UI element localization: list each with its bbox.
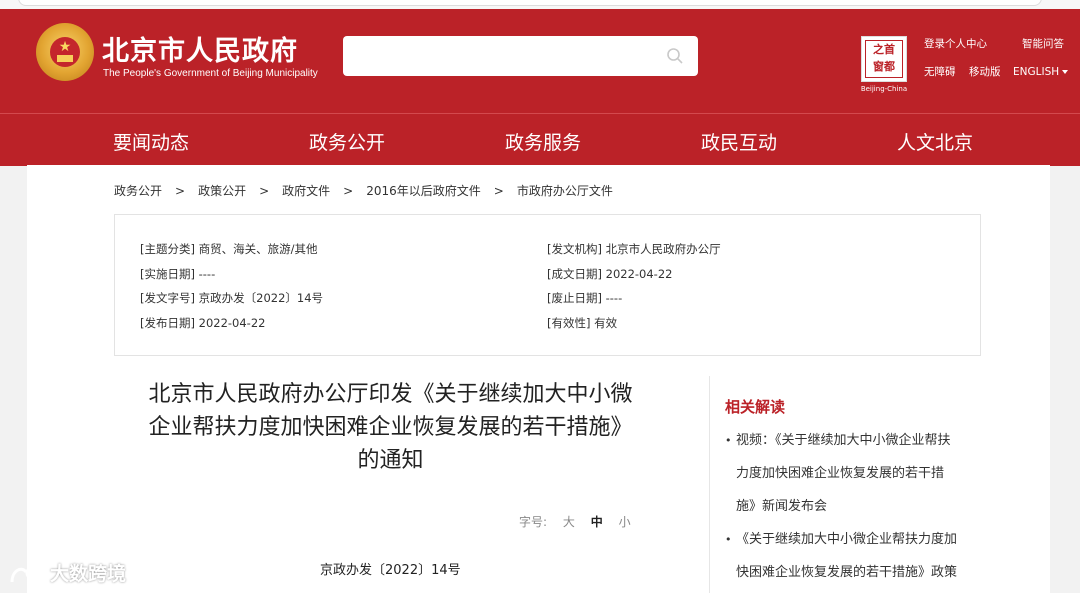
breadcrumb-item[interactable]: 政府文件 (282, 184, 330, 198)
breadcrumb-item[interactable]: 2016年以后政府文件 (366, 184, 481, 198)
meta-publish-date: [发布日期] 2022-04-22 (140, 316, 266, 330)
browser-top-strip (0, 0, 1080, 9)
seal-char: 首 (884, 43, 895, 56)
watermark: 大数跨境 (8, 559, 126, 588)
seal-char: 都 (884, 60, 895, 73)
document-title-line: 企业帮扶力度加快困难企业恢复发展的若干措施》 (148, 415, 633, 440)
breadcrumb: 政务公开 > 政策公开 > 政府文件 >2016年以后政府文件 > 市政府办公厅文件 (114, 182, 613, 199)
related-readings-list: 视频：《关于继续加大中小微企业帮扶 力度加快困难企业恢复发展的若干措 施》新闻发… (725, 424, 985, 589)
meta-issuer: [发文机构] 北京市人民政府办公厅 (547, 242, 721, 256)
breadcrumb-sep: > (259, 184, 270, 198)
mobile-link[interactable]: 移动版 (969, 64, 1001, 79)
seal-char: 窗 (873, 60, 884, 73)
national-emblem-icon: ★ (36, 23, 94, 81)
accessibility-link[interactable]: 无障碍 (924, 64, 956, 79)
seal-caption: Beijing-China (860, 85, 908, 93)
related-reading-line: 力度加快困难企业恢复发展的若干措 (736, 466, 945, 481)
breadcrumb-item[interactable]: 政策公开 (198, 184, 246, 198)
related-reading-link[interactable]: 视频：《关于继续加大中小微企业帮扶 力度加快困难企业恢复发展的若干措 施》新闻发… (725, 424, 985, 523)
nav-item-services[interactable]: 政务服务 (505, 128, 581, 155)
meta-validity: [有效性] 有效 (547, 316, 618, 330)
document-title: 北京市人民政府办公厅印发《关于继续加大中小微 企业帮扶力度加快困难企业恢复发展的… (118, 378, 663, 477)
meta-repeal-date: [废止日期] ---- (547, 291, 623, 305)
capital-window-logo[interactable]: 之首 窗都 (861, 36, 907, 82)
font-size-medium[interactable]: 中 (591, 513, 603, 530)
main-nav: 要闻动态 政务公开 政务服务 政民互动 人文北京 (0, 113, 1080, 166)
related-reading-line: 施》新闻发布会 (736, 499, 828, 514)
breadcrumb-sep: > (493, 184, 504, 198)
nav-item-news[interactable]: 要闻动态 (113, 128, 189, 155)
watermark-text: 大数跨境 (50, 563, 127, 585)
site-header: ★ 北京市人民政府 The People's Government of Bei… (0, 9, 1080, 113)
meta-effective-date: [实施日期] ---- (140, 267, 216, 281)
breadcrumb-sep: > (343, 184, 354, 198)
site-title[interactable]: 北京市人民政府 (102, 29, 298, 68)
smart-qa-link[interactable]: 智能问答 (1022, 36, 1064, 51)
column-divider (709, 376, 710, 593)
breadcrumb-item[interactable]: 市政府办公厅文件 (517, 184, 613, 198)
site-subtitle: The People's Government of Beijing Munic… (103, 68, 318, 79)
font-size-label: 字号: (519, 515, 548, 529)
related-reading-line: 快困难企业恢复发展的若干措施》政策 (736, 565, 958, 580)
document-meta-box: [主题分类] 商贸、海关、旅游/其他 [实施日期] ---- [发文字号] 京政… (114, 214, 981, 356)
login-link[interactable]: 登录个人中心 (924, 36, 987, 51)
meta-doc-number: [发文字号] 京政办发〔2022〕14号 (140, 291, 324, 305)
font-size-small[interactable]: 小 (619, 513, 631, 530)
search-icon[interactable] (666, 47, 684, 65)
nav-item-interaction[interactable]: 政民互动 (701, 128, 777, 155)
font-size-switcher: 字号: 大 中 小 (519, 513, 631, 530)
breadcrumb-sep: > (175, 184, 186, 198)
related-reading-line: 《关于继续加大中小微企业帮扶力度加 (736, 532, 958, 547)
english-link[interactable]: ENGLISH (1013, 66, 1068, 78)
related-readings-title: 相关解读 (725, 398, 786, 416)
watermark-logo-icon (10, 566, 48, 582)
meta-written-date: [成文日期] 2022-04-22 (547, 267, 673, 281)
document-title-line: 的通知 (357, 448, 424, 473)
document-title-line: 北京市人民政府办公厅印发《关于继续加大中小微 (148, 382, 633, 407)
browser-address-bar[interactable] (18, 0, 1042, 6)
search-input[interactable] (343, 36, 698, 76)
nav-item-gov-affairs[interactable]: 政务公开 (309, 128, 385, 155)
related-reading-link[interactable]: 《关于继续加大中小微企业帮扶力度加 快困难企业恢复发展的若干措施》政策 (725, 523, 985, 589)
document-number: 京政办发〔2022〕14号 (320, 563, 461, 578)
breadcrumb-item[interactable]: 政务公开 (114, 184, 162, 198)
related-reading-line: 视频：《关于继续加大中小微企业帮扶 (736, 433, 951, 448)
meta-topic: [主题分类] 商贸、海关、旅游/其他 (140, 242, 318, 256)
seal-char: 之 (873, 43, 884, 56)
font-size-large[interactable]: 大 (563, 513, 575, 530)
nav-item-culture[interactable]: 人文北京 (897, 128, 973, 155)
